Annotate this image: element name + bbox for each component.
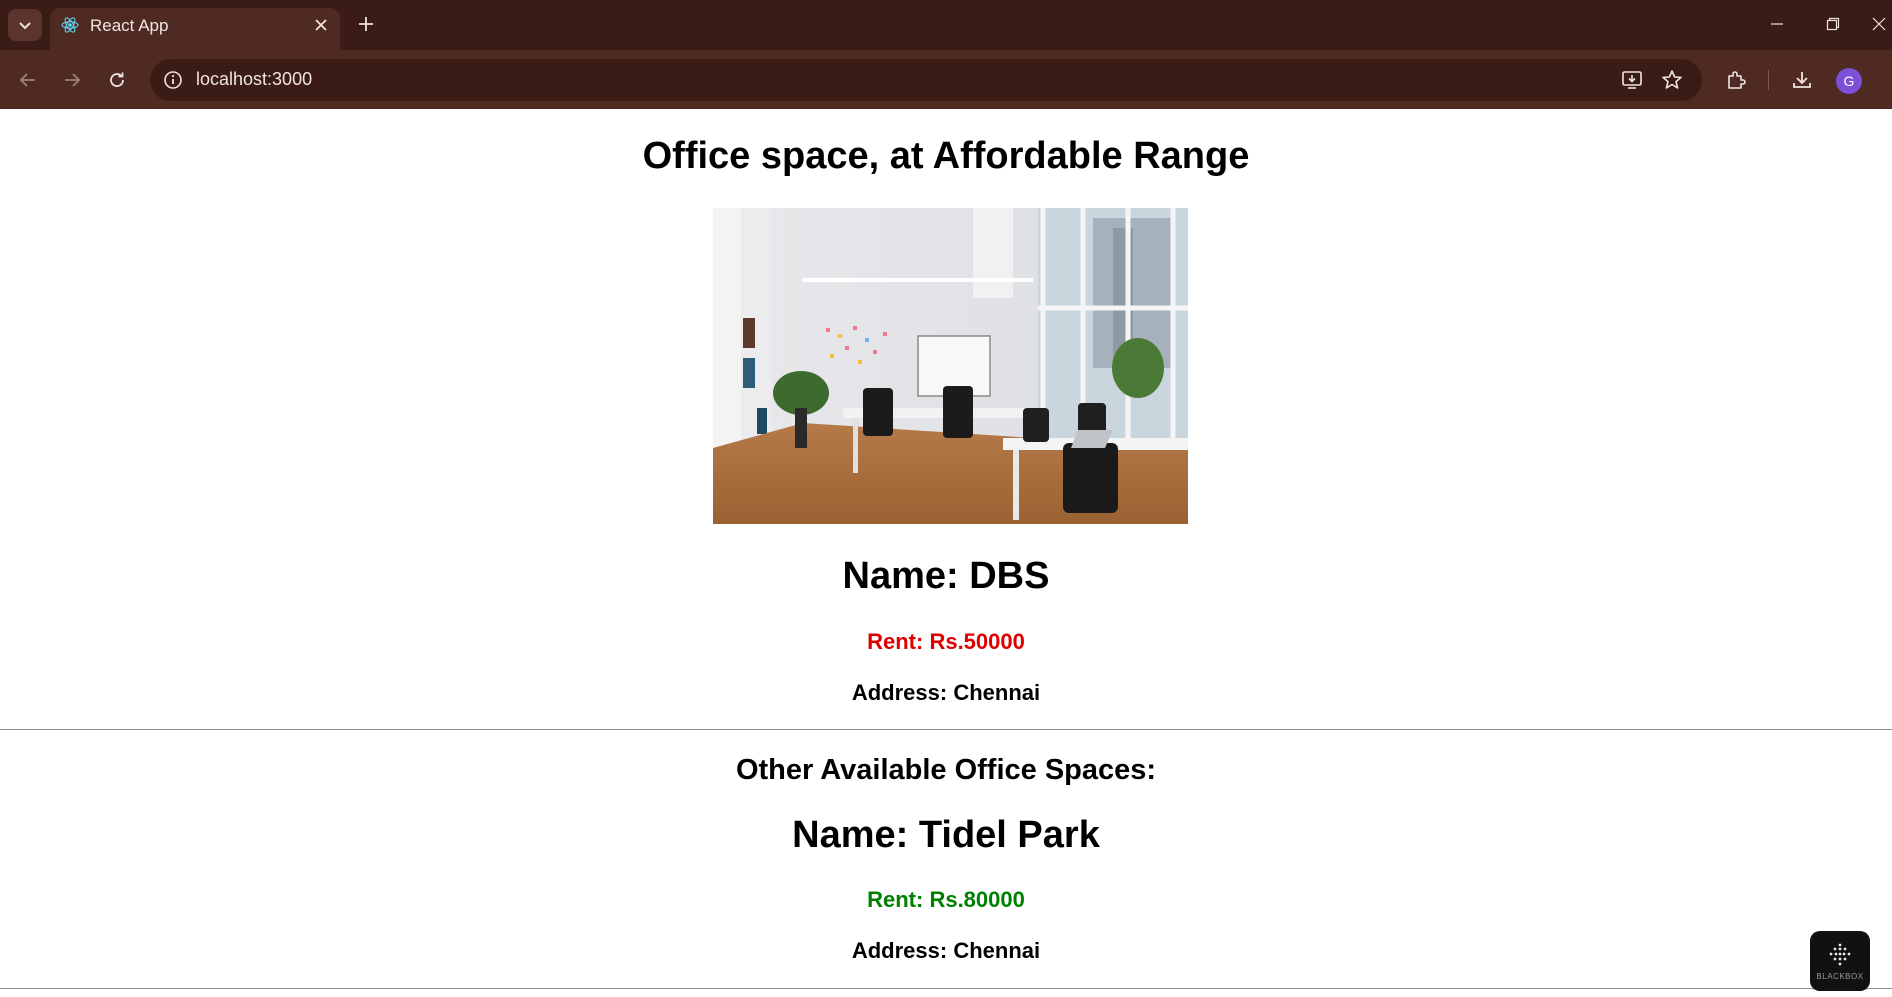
restore-button[interactable]	[1813, 8, 1853, 40]
featured-rent: Rent: Rs.50000	[867, 629, 1025, 654]
new-tab-button[interactable]	[352, 10, 380, 38]
profile-avatar[interactable]: G	[1836, 68, 1862, 94]
tab-react-app[interactable]: React App	[50, 8, 340, 50]
close-icon	[315, 19, 327, 31]
tab-close-button[interactable]	[310, 14, 332, 36]
page-title: Office space, at Affordable Range	[642, 135, 1250, 177]
arrow-right-icon	[65, 73, 81, 87]
featured-name: Name: DBS	[842, 555, 1050, 597]
toolbar-divider	[1768, 70, 1769, 90]
other-address: Address: Chennai	[851, 938, 1041, 963]
install-app-button[interactable]	[1620, 68, 1644, 92]
plus-icon	[359, 17, 373, 31]
bookmark-button[interactable]	[1660, 68, 1684, 92]
section-divider	[0, 729, 1892, 730]
download-icon	[1793, 72, 1811, 88]
puzzle-icon	[1728, 71, 1746, 89]
tab-title: React App	[90, 16, 169, 35]
office-photo	[713, 208, 1188, 524]
url-text[interactable]: localhost:3000	[196, 69, 312, 90]
section-divider	[0, 988, 1892, 989]
close-icon	[1872, 17, 1886, 31]
downloads-button[interactable]	[1786, 64, 1818, 96]
chevron-down-icon	[19, 22, 31, 30]
page-content: Office space, at Affordable Range Name: …	[0, 109, 1892, 997]
extensions-button[interactable]	[1720, 64, 1752, 96]
other-rent: Rent: Rs.80000	[867, 887, 1025, 912]
react-icon	[61, 17, 79, 33]
address-bar[interactable]: localhost:3000	[150, 59, 1702, 101]
tab-strip: React App	[0, 0, 1892, 50]
browser-toolbar: localhost:3000 G	[0, 50, 1892, 109]
others-heading: Other Available Office Spaces:	[735, 754, 1157, 786]
back-button[interactable]	[12, 64, 44, 96]
reload-button[interactable]	[101, 64, 133, 96]
arrow-left-icon	[19, 73, 35, 87]
minimize-icon	[1771, 23, 1783, 25]
restore-icon	[1826, 17, 1840, 31]
close-window-button[interactable]	[1866, 8, 1892, 40]
other-name: Name: Tidel Park	[792, 814, 1100, 856]
blackbox-logo-icon	[1829, 943, 1851, 965]
tab-search-button[interactable]	[8, 9, 42, 41]
office-image	[713, 208, 1188, 524]
install-icon	[1622, 71, 1642, 89]
minimize-button[interactable]	[1757, 8, 1797, 40]
star-icon	[1662, 70, 1682, 89]
featured-address: Address: Chennai	[851, 680, 1041, 705]
blackbox-logo-button[interactable]: BLACKBOX	[1810, 931, 1870, 991]
blackbox-logo-text: BLACKBOX	[1816, 971, 1864, 981]
info-icon[interactable]	[162, 69, 184, 91]
forward-button[interactable]	[56, 64, 88, 96]
reload-icon	[110, 72, 124, 87]
